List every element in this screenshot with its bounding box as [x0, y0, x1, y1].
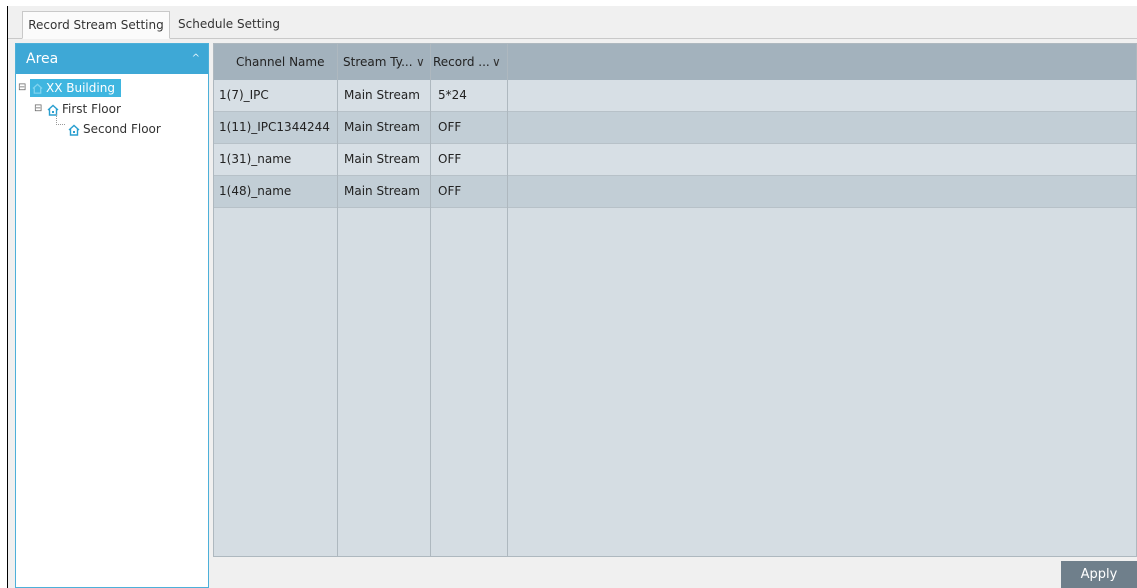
house-icon	[32, 83, 43, 94]
cell-stream-type: Main Stream	[344, 184, 420, 198]
cell-record-schedule: OFF	[438, 184, 462, 198]
tab-schedule-setting[interactable]: Schedule Setting	[176, 11, 282, 39]
cell-record-schedule: OFF	[438, 152, 462, 166]
table-row[interactable]: 1(48)_name Main Stream OFF	[214, 176, 1136, 208]
column-header-record-schedule[interactable]: Record ... ∨	[433, 44, 509, 80]
area-title: Area	[26, 51, 59, 67]
table-header: Channel Name Stream Ty... ∨ Record ... ∨	[214, 44, 1136, 80]
cell-channel-name: 1(48)_name	[219, 184, 292, 198]
column-divider	[337, 44, 338, 556]
channel-table: Channel Name Stream Ty... ∨ Record ... ∨…	[213, 43, 1137, 557]
column-divider	[507, 44, 508, 556]
tree-item-selected: XX Building	[30, 79, 121, 97]
tree-item-label: First Floor	[62, 102, 121, 116]
column-header-label: Record ...	[433, 55, 490, 69]
table-row[interactable]: 1(31)_name Main Stream OFF	[214, 144, 1136, 176]
cell-record-schedule: 5*24	[438, 88, 467, 102]
table-row[interactable]: 1(11)_IPC1344244 Main Stream OFF	[214, 112, 1136, 144]
cell-record-schedule: OFF	[438, 120, 462, 134]
cell-channel-name: 1(7)_IPC	[219, 88, 269, 102]
collapse-toggle-icon[interactable]: ⊟	[34, 99, 42, 119]
cell-stream-type: Main Stream	[344, 152, 420, 166]
column-header-stream-type[interactable]: Stream Ty... ∨	[343, 44, 433, 80]
chevron-up-icon[interactable]: ^	[192, 44, 200, 74]
tree-connector	[56, 114, 65, 125]
chevron-down-icon[interactable]: ∨	[416, 44, 425, 80]
collapse-toggle-icon[interactable]: ⊟	[18, 78, 26, 98]
column-header-channel-name[interactable]: Channel Name	[236, 44, 324, 80]
tree-item-label: XX Building	[46, 81, 115, 95]
cell-channel-name: 1(31)_name	[219, 152, 292, 166]
tab-record-stream-setting[interactable]: Record Stream Setting	[22, 11, 170, 39]
cell-stream-type: Main Stream	[344, 120, 420, 134]
apply-button[interactable]: Apply	[1061, 561, 1137, 588]
tree-item-xx-building[interactable]: ⊟ XX Building	[18, 78, 206, 98]
column-divider	[430, 44, 431, 556]
area-header[interactable]: Area ^	[16, 44, 208, 74]
cell-stream-type: Main Stream	[344, 88, 420, 102]
record-settings-window: Record Stream Setting Schedule Setting A…	[8, 6, 1137, 588]
column-header-label: Stream Ty...	[343, 55, 413, 69]
chevron-down-icon[interactable]: ∨	[492, 44, 501, 80]
tree-item-label: Second Floor	[83, 122, 161, 136]
area-panel: Area ^ ⊟ XX Building ⊟ First Floor Secon…	[15, 43, 209, 588]
table-row[interactable]: 1(7)_IPC Main Stream 5*24	[214, 80, 1136, 112]
tab-bar: Record Stream Setting Schedule Setting	[8, 6, 1137, 39]
cell-channel-name: 1(11)_IPC1344244	[219, 120, 330, 134]
tree-item-second-floor[interactable]: Second Floor	[68, 119, 204, 139]
house-icon	[68, 124, 80, 136]
